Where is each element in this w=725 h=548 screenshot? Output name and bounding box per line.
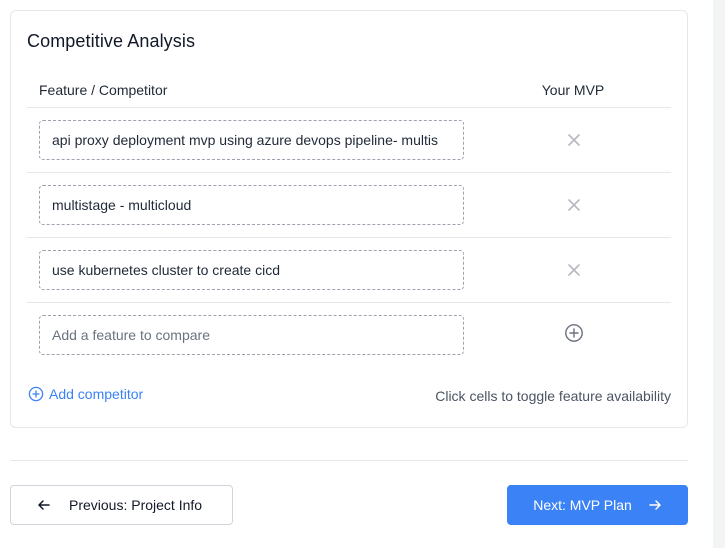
plus-circle-icon (28, 386, 44, 402)
previous-button[interactable]: Previous: Project Info (10, 485, 233, 525)
column-header-feature: Feature / Competitor (39, 82, 168, 98)
feature-input[interactable] (39, 185, 464, 225)
next-button[interactable]: Next: MVP Plan (507, 485, 688, 525)
previous-button-label: Previous: Project Info (69, 497, 203, 513)
add-feature-button[interactable] (564, 323, 584, 343)
card-footer: Add competitor Click cells to toggle fea… (28, 386, 671, 408)
feature-input[interactable] (39, 120, 464, 160)
plus-circle-icon (565, 324, 583, 342)
column-header-mvp: Your MVP (541, 82, 605, 98)
feature-input[interactable] (39, 250, 464, 290)
divider (10, 460, 688, 461)
close-icon (568, 134, 580, 146)
page: Competitive Analysis Feature / Competito… (0, 0, 713, 548)
new-feature-input[interactable] (39, 315, 464, 355)
new-feature-row (27, 303, 671, 368)
mvp-toggle-cell[interactable] (564, 130, 584, 150)
competitive-analysis-card: Competitive Analysis Feature / Competito… (10, 10, 688, 428)
toggle-hint: Click cells to toggle feature availabili… (435, 388, 671, 404)
table-row (27, 173, 671, 238)
table-row (27, 108, 671, 173)
arrow-left-icon (38, 500, 50, 510)
card-title: Competitive Analysis (27, 31, 196, 51)
close-icon (568, 199, 580, 211)
mvp-toggle-cell[interactable] (564, 195, 584, 215)
mvp-toggle-cell[interactable] (564, 260, 584, 280)
close-icon (568, 264, 580, 276)
comparison-table: Feature / Competitor Your MVP (27, 76, 671, 368)
arrow-right-icon (649, 500, 661, 510)
scrollbar-track[interactable] (713, 0, 725, 548)
add-competitor-button[interactable]: Add competitor (28, 386, 143, 402)
next-button-label: Next: MVP Plan (533, 497, 632, 513)
table-row (27, 238, 671, 303)
add-competitor-label: Add competitor (49, 386, 144, 402)
table-header: Feature / Competitor Your MVP (27, 76, 671, 108)
